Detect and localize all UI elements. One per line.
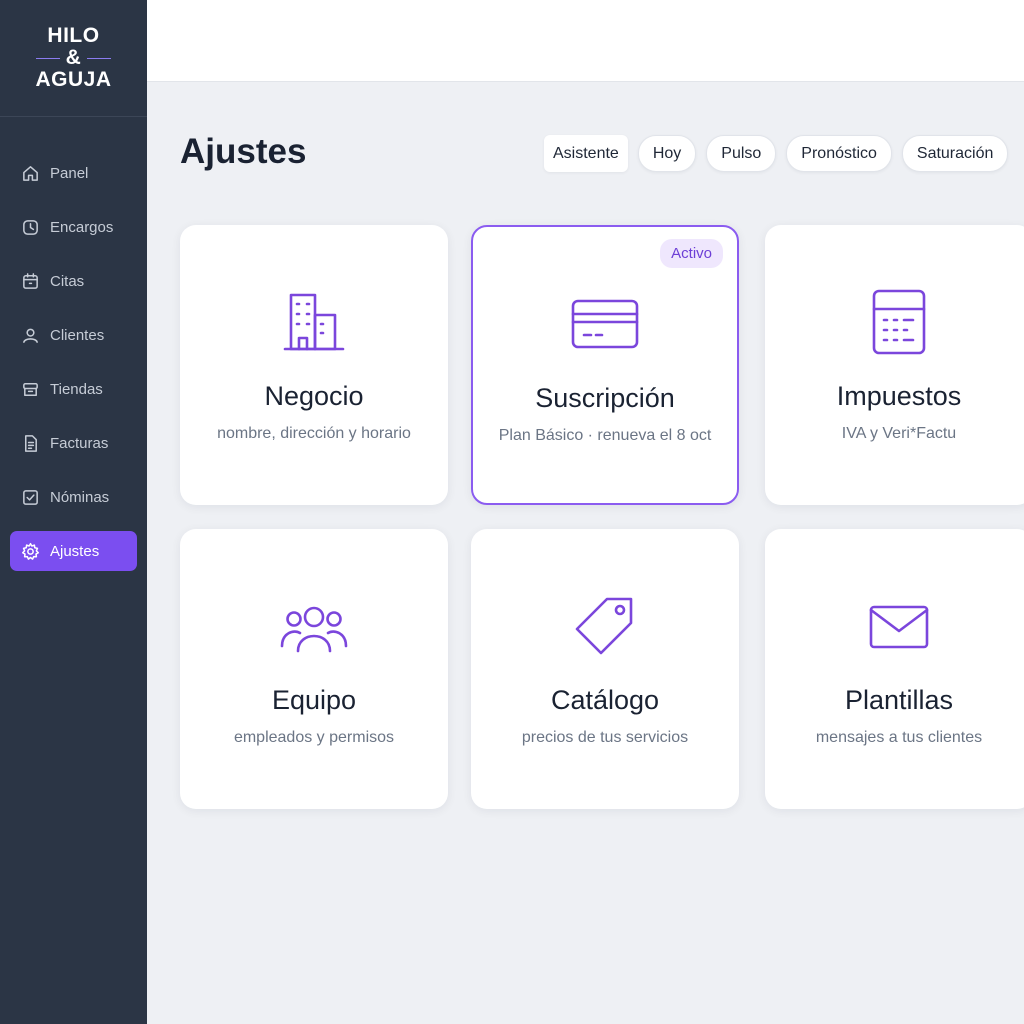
card-subtitle: Plan Básico · renueva el 8 oct	[498, 427, 712, 444]
brand-line-1: HILO	[47, 24, 100, 47]
card-title: Impuestos	[836, 381, 962, 411]
sidebar-item-label: Ajustes	[50, 542, 100, 560]
brand-amp-row: &	[35, 46, 112, 69]
pill-pronostico[interactable]: Pronóstico	[786, 135, 892, 172]
brand-line-2: AGUJA	[35, 68, 112, 91]
sidebar-item-label: Encargos	[50, 218, 114, 236]
team-icon	[180, 591, 448, 663]
payroll-icon	[20, 487, 40, 507]
home-icon	[20, 163, 40, 183]
card-title: Plantillas	[844, 685, 954, 715]
pill-asistente[interactable]: Asistente	[544, 135, 628, 172]
top-bar	[147, 0, 1024, 82]
invoice-icon	[20, 433, 40, 453]
sidebar-item-panel[interactable]: Panel	[10, 153, 137, 193]
sidebar-item-ajustes[interactable]: Ajustes	[10, 531, 137, 571]
sidebar-item-label: Clientes	[50, 326, 105, 344]
pill-pulso[interactable]: Pulso	[706, 135, 777, 172]
settings-card-catalogo[interactable]: Catálogo precios de tus servicios	[471, 529, 739, 809]
settings-card-suscripcion[interactable]: Activo Suscripción Plan Básico · renueva…	[471, 225, 739, 505]
calculator-icon	[765, 287, 1024, 359]
card-subtitle: precios de tus servicios	[521, 729, 689, 746]
sidebar-nav: Panel Encargos Citas Clientes Tiendas Fa…	[0, 117, 147, 571]
page-title: Ajustes	[180, 132, 307, 171]
card-subtitle: nombre, dirección y horario	[217, 425, 411, 442]
quick-filter-bar: Asistente Hoy Pulso Pronóstico Saturació…	[544, 135, 1009, 172]
sidebar-item-clientes[interactable]: Clientes	[10, 315, 137, 355]
settings-card-impuestos[interactable]: Impuestos IVA y Veri*Factu	[765, 225, 1024, 505]
settings-card-equipo[interactable]: Equipo empleados y permisos	[180, 529, 448, 809]
mail-icon	[765, 591, 1024, 663]
main-content: Ajustes Asistente Hoy Pulso Pronóstico S…	[147, 82, 1024, 1024]
calendar-icon	[20, 271, 40, 291]
card-title: Negocio	[264, 381, 364, 411]
store-icon	[20, 379, 40, 399]
clock-icon	[20, 217, 40, 237]
sidebar-item-label: Panel	[50, 164, 89, 182]
brand-logo[interactable]: HILO & AGUJA	[0, 0, 147, 117]
brand-rule-left	[35, 57, 60, 59]
gear-icon	[20, 541, 40, 561]
sidebar-item-tiendas[interactable]: Tiendas	[10, 369, 137, 409]
settings-card-plantillas[interactable]: Plantillas mensajes a tus clientes	[765, 529, 1024, 809]
user-icon	[20, 325, 40, 345]
sidebar-item-facturas[interactable]: Facturas	[10, 423, 137, 463]
sidebar-item-encargos[interactable]: Encargos	[10, 207, 137, 247]
card-title: Equipo	[271, 685, 357, 715]
sidebar-item-label: Tiendas	[50, 380, 103, 398]
card-subtitle: mensajes a tus clientes	[815, 729, 983, 746]
building-icon	[180, 287, 448, 359]
sidebar: HILO & AGUJA Panel Encargos Citas Client…	[0, 0, 147, 1024]
sidebar-item-citas[interactable]: Citas	[10, 261, 137, 301]
sidebar-item-label: Citas	[50, 272, 85, 290]
card-title: Catálogo	[550, 685, 660, 715]
status-badge: Activo	[660, 239, 723, 268]
pill-hoy[interactable]: Hoy	[637, 135, 697, 172]
sidebar-item-nominas[interactable]: Nóminas	[10, 477, 137, 517]
card-title: Suscripción	[535, 383, 675, 413]
tag-icon	[471, 591, 739, 663]
brand-amp: &	[65, 46, 82, 69]
sidebar-item-label: Nóminas	[50, 488, 110, 506]
credit-card-icon	[473, 289, 737, 361]
brand-rule-right	[87, 57, 112, 59]
settings-card-negocio[interactable]: Negocio nombre, dirección y horario	[180, 225, 448, 505]
sidebar-item-label: Facturas	[50, 434, 109, 452]
pill-saturacion[interactable]: Saturación	[901, 135, 1009, 172]
card-subtitle: empleados y permisos	[233, 729, 395, 746]
card-subtitle: IVA y Veri*Factu	[841, 425, 957, 442]
